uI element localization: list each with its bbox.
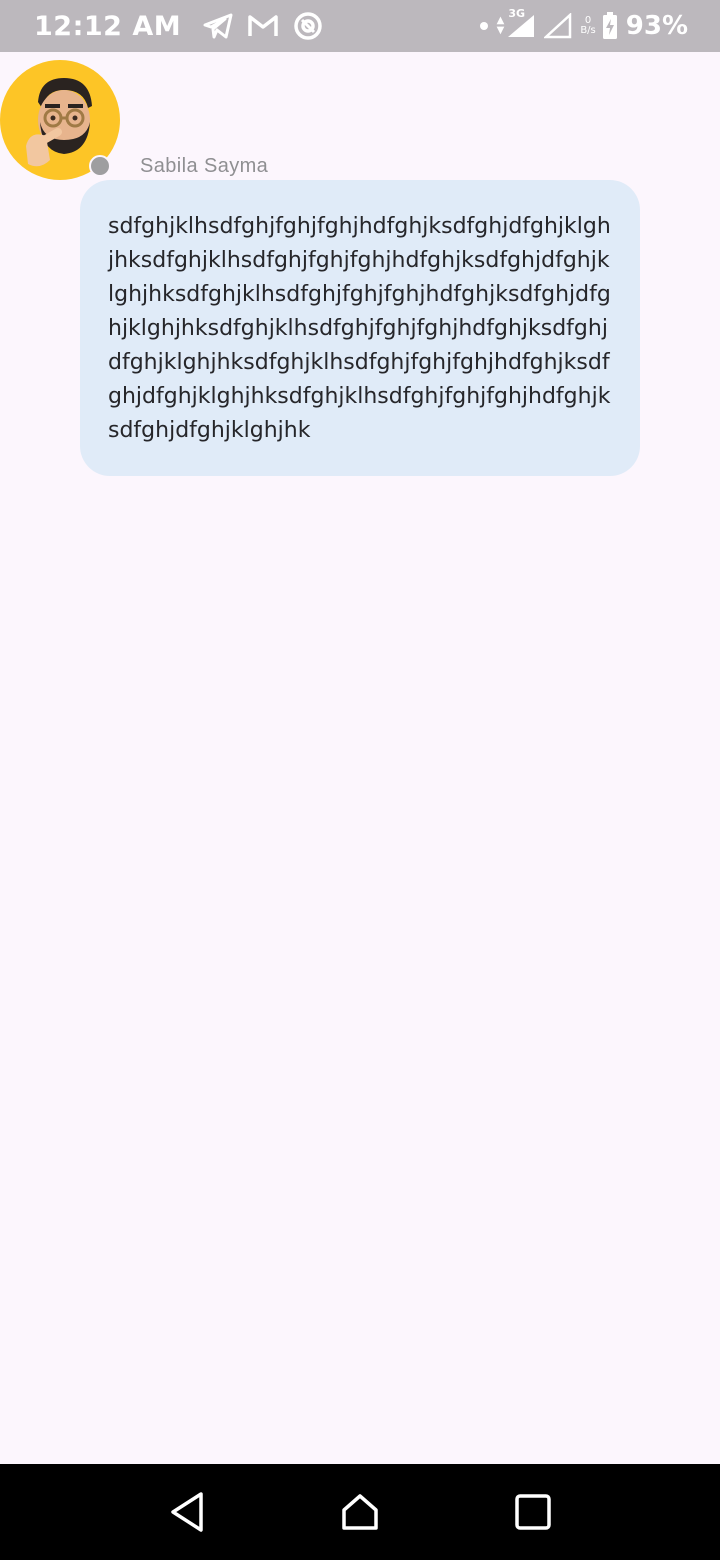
recents-button[interactable] <box>503 1482 563 1542</box>
message-bubble[interactable]: sdfghjklhsdfghjfghjfghjhdfghjksdfghjdfgh… <box>80 180 640 476</box>
gmail-icon <box>247 14 279 38</box>
message-text: sdfghjklhsdfghjfghjfghjhdfghjksdfghjdfgh… <box>108 214 611 443</box>
data-arrows-icon: ▲ ▼ <box>496 15 505 36</box>
recents-icon <box>515 1494 552 1530</box>
status-left: 12:12 AM <box>34 11 337 42</box>
at-sign-icon <box>293 11 323 41</box>
status-right: ▲ ▼ 3G 0 B/s 93% <box>479 7 688 41</box>
battery-charging-icon <box>602 12 618 40</box>
navigation-bar <box>0 1464 720 1560</box>
back-icon <box>170 1492 203 1532</box>
battery-percent: 93% <box>625 11 688 41</box>
net-speed: 0 B/s <box>580 16 595 36</box>
status-time: 12:12 AM <box>34 10 182 42</box>
dot-icon <box>479 21 489 31</box>
sender-name: Sabila Sayma <box>140 155 269 177</box>
network-type: 3G <box>508 7 525 20</box>
status-bar: 12:12 AM ▲ ▼ 3G 0 B/s 93% <box>0 0 720 52</box>
presence-dot <box>89 155 111 177</box>
home-icon <box>342 1494 378 1530</box>
back-button[interactable] <box>157 1482 217 1542</box>
signal-2-icon <box>544 13 572 39</box>
chat-area[interactable]: Sabila Sayma sdfghjklhsdfghjfghjfghjhdfg… <box>0 52 720 1464</box>
home-button[interactable] <box>330 1482 390 1542</box>
signal-icon: 3G <box>506 7 536 39</box>
net-speed-unit: B/s <box>580 25 596 36</box>
telegram-icon <box>203 13 233 39</box>
